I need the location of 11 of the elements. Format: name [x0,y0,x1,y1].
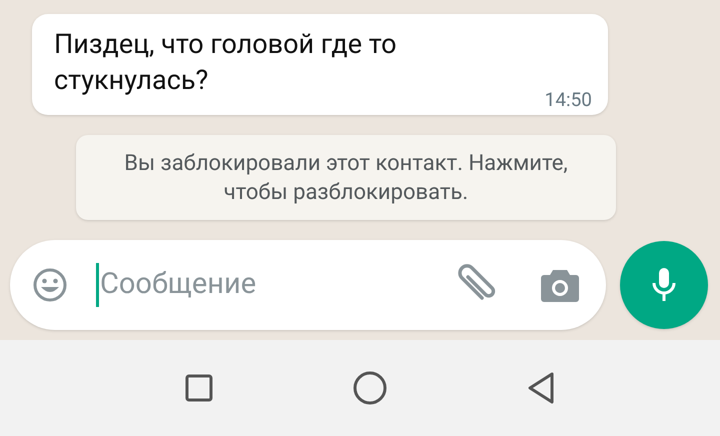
blocked-contact-notice[interactable]: Вы заблокировали этот контакт. Нажмите, чтобы разблокировать. [76,135,616,220]
message-text: Пиздец, что головой где то стукнулась? [54,27,398,98]
microphone-icon [651,267,677,303]
home-icon[interactable] [353,371,387,405]
emoji-icon[interactable] [32,267,68,303]
camera-icon[interactable] [540,267,580,303]
message-input-field[interactable]: Сообщение [10,240,606,330]
back-icon[interactable] [527,371,555,405]
message-input[interactable]: Сообщение [100,263,444,307]
message-time: 14:50 [544,87,592,113]
recents-icon[interactable] [185,374,213,402]
